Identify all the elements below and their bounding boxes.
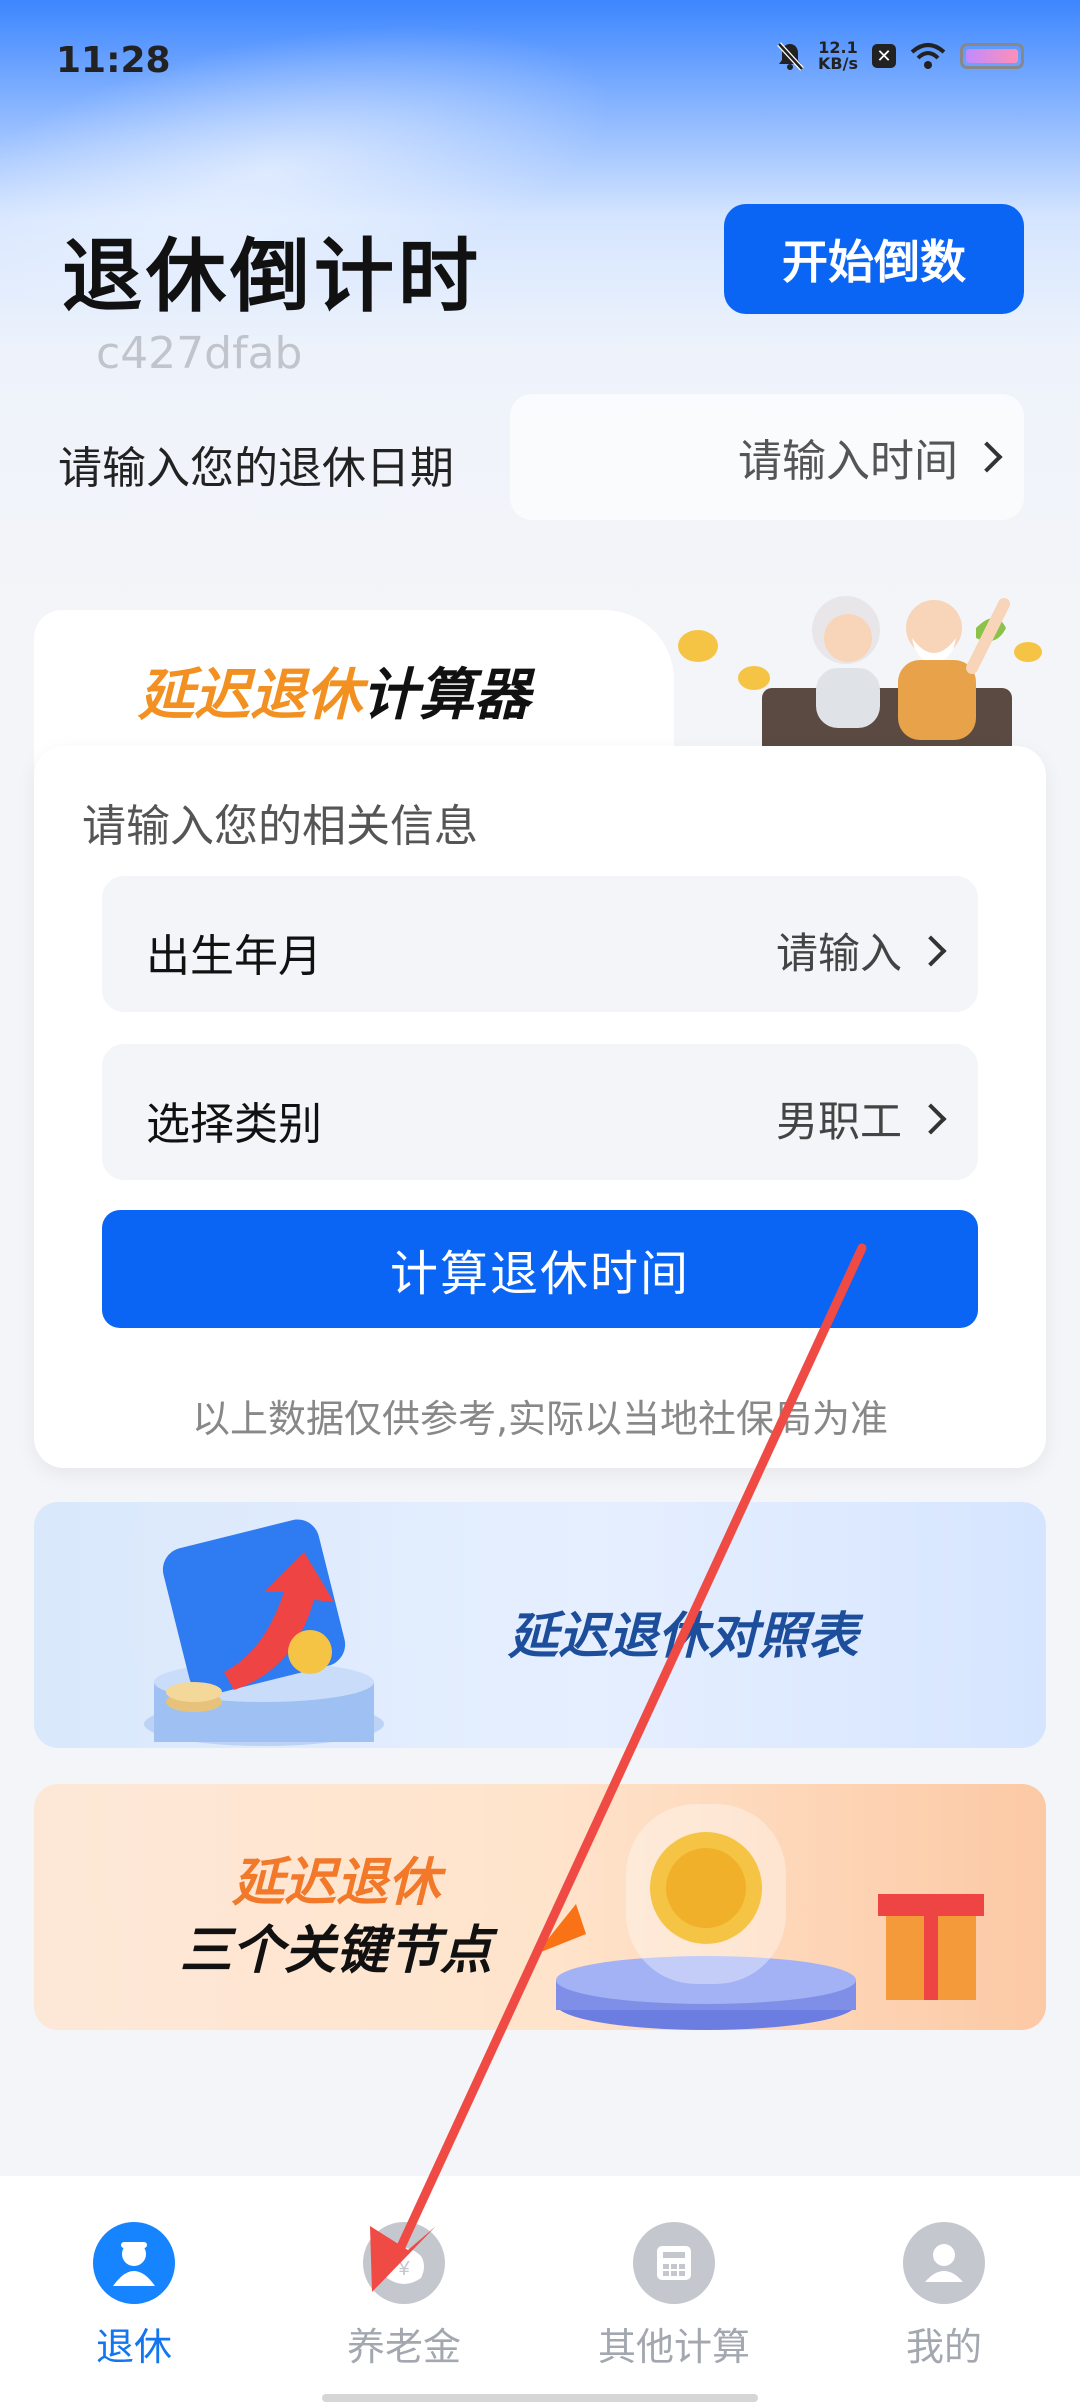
key-milestones-banner[interactable] xyxy=(34,1784,1046,2030)
card-title: 请输入您的相关信息 xyxy=(82,801,478,852)
calculator-title-black: 计算器 xyxy=(362,663,530,728)
start-countdown-button[interactable]: 开始倒数 xyxy=(724,204,1024,314)
status-time: 11:28 xyxy=(56,40,171,81)
tab-pension[interactable]: ¥ 养老金 xyxy=(304,2222,504,2371)
calculator-tab-title: 延迟退休计算器 xyxy=(138,650,530,731)
net-speed-unit: KB/s xyxy=(818,54,858,73)
tab-profile-label: 我的 xyxy=(905,2325,982,2369)
chevron-right-icon xyxy=(915,934,947,967)
milestones-title-orange: 延迟退休 xyxy=(232,1853,441,1913)
calculate-retirement-button[interactable]: 计算退休时间 xyxy=(102,1210,978,1328)
calculator-title-orange: 延迟退休 xyxy=(138,663,362,728)
chevron-right-icon xyxy=(915,1102,947,1135)
home-indicator[interactable] xyxy=(322,2394,758,2402)
tab-profile[interactable]: 我的 xyxy=(844,2222,1044,2371)
birth-date-placeholder: 请输入 xyxy=(775,929,902,978)
chevron-right-icon xyxy=(971,441,1003,473)
mute-bell-icon xyxy=(777,42,804,71)
profile-icon xyxy=(903,2222,985,2304)
status-icons: 12.1 KB/s ✕ xyxy=(776,40,1024,72)
pension-coin-icon: ¥ xyxy=(363,2222,445,2304)
page-title: 退休倒计时 xyxy=(62,230,482,323)
tab-other-calc[interactable]: 其他计算 xyxy=(574,2222,774,2371)
net-speed: 12.1 KB/s xyxy=(818,40,858,72)
birth-date-value: 请输入 xyxy=(775,920,947,981)
coin-jar-illustration xyxy=(536,1804,984,2030)
birth-date-field[interactable]: 出生年月 请输入 xyxy=(102,876,978,1012)
battery-icon xyxy=(960,43,1024,69)
svg-text:¥: ¥ xyxy=(397,2258,410,2280)
status-bar: 11:28 12.1 KB/s ✕ xyxy=(0,0,1080,120)
retire-date-input[interactable]: 请输入时间 xyxy=(510,394,1024,520)
birth-date-label: 出生年月 xyxy=(146,931,322,982)
retire-person-icon xyxy=(93,2222,175,2304)
retire-date-label: 请输入您的退休日期 xyxy=(58,443,454,494)
x-app-icon: ✕ xyxy=(872,44,896,68)
tab-retire-label: 退休 xyxy=(95,2325,172,2369)
comparison-table-title: 延迟退休对照表 xyxy=(508,1607,858,1665)
tab-retire[interactable]: 退休 xyxy=(34,2222,234,2371)
elderly-couple-illustration xyxy=(678,596,1042,758)
wifi-icon xyxy=(910,43,946,69)
watermark-code: c427dfab xyxy=(96,328,303,379)
milestones-title-black: 三个关键节点 xyxy=(180,1921,493,1981)
calculator-icon xyxy=(633,2222,715,2304)
category-select[interactable]: 选择类别 男职工 xyxy=(102,1044,978,1180)
growth-chart-illustration xyxy=(144,1519,384,1746)
category-value: 男职工 xyxy=(775,1088,947,1149)
category-label: 选择类别 xyxy=(146,1099,322,1150)
disclaimer-text: 以上数据仅供参考,实际以当地社保局为准 xyxy=(191,1397,889,1441)
tab-pension-label: 养老金 xyxy=(346,2325,461,2369)
tab-other-calc-label: 其他计算 xyxy=(597,2325,750,2369)
category-selected: 男职工 xyxy=(775,1097,902,1146)
retire-date-placeholder: 请输入时间 xyxy=(738,436,958,487)
